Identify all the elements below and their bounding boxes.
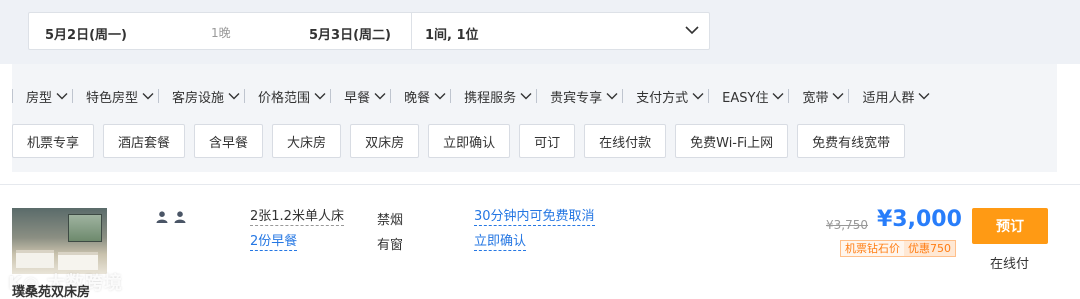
- chevron-down-icon: [374, 93, 386, 100]
- filter-panel: 房型 特色房型 客房设施 价格范围 早餐 晚餐 携程服务 贵宾专享 支付方式 EASY住 宽带 适用人…: [12, 64, 1057, 172]
- filter-label: 贵宾专享: [550, 90, 603, 106]
- promo-label: 机票钻石价: [841, 241, 904, 256]
- chevron-down-icon: [434, 93, 446, 100]
- bed-type[interactable]: 2张1.2米单人床: [250, 209, 344, 226]
- filter-dropdown[interactable]: 携程服务: [450, 86, 532, 106]
- chevron-down-icon: [832, 93, 844, 100]
- quick-tag[interactable]: 可订: [519, 124, 576, 158]
- filter-label: 早餐: [344, 90, 371, 106]
- filter-dropdown[interactable]: EASY住: [708, 86, 784, 106]
- person-icon: [174, 211, 186, 223]
- filter-dropdown[interactable]: 早餐: [330, 86, 386, 106]
- payment-mode: 在线付: [990, 257, 1030, 272]
- quick-tag[interactable]: 免费Wi-Fi上网: [675, 124, 789, 158]
- person-icon: [156, 211, 168, 223]
- photo-bed: [16, 250, 54, 268]
- divider: [411, 13, 412, 49]
- chevron-down-icon: [918, 93, 930, 100]
- chevron-down-icon: [606, 93, 618, 100]
- quick-tag[interactable]: 含早餐: [194, 124, 264, 158]
- filter-label: 晚餐: [404, 90, 431, 106]
- quick-tag[interactable]: 机票专享: [12, 124, 95, 158]
- quick-tag[interactable]: 大床房: [272, 124, 342, 158]
- current-price: ¥3,000: [877, 207, 962, 232]
- filter-label: 携程服务: [464, 90, 517, 106]
- quick-tag[interactable]: 立即确认: [428, 124, 511, 158]
- book-button[interactable]: 预订: [972, 208, 1048, 244]
- filter-label: 房型: [26, 90, 53, 106]
- chevron-down-icon: [692, 93, 704, 100]
- search-band: 5月2日(周一) 1晚 5月3日(周二) 1间, 1位: [0, 0, 1080, 64]
- smoking-policy: 禁烟: [377, 213, 404, 228]
- filter-label: 支付方式: [636, 90, 689, 106]
- filter-label: 适用人群: [862, 90, 915, 106]
- chevron-down-icon: [56, 93, 68, 100]
- checkin-date[interactable]: 5月2日(周一): [45, 24, 127, 43]
- room-photo[interactable]: [12, 208, 107, 274]
- rooms-guests[interactable]: 1间, 1位: [425, 24, 479, 43]
- quick-tag[interactable]: 双床房: [350, 124, 420, 158]
- checkout-date[interactable]: 5月3日(周二): [309, 24, 391, 43]
- filter-dropdowns: 房型 特色房型 客房设施 价格范围 早餐 晚餐 携程服务 贵宾专享 支付方式 EASY住 宽带 适用人…: [12, 86, 934, 106]
- filter-label: EASY住: [722, 90, 769, 106]
- quick-tags: 机票专享 酒店套餐 含早餐 大床房 双床房 立即确认 可订 在线付款 免费Wi-Fi上网 免费有线…: [12, 124, 914, 158]
- original-price: ¥3,750: [826, 218, 868, 232]
- chevron-down-icon: [314, 93, 326, 100]
- guest-capacity: [156, 211, 186, 223]
- chevron-down-icon: [142, 93, 154, 100]
- room-name[interactable]: 璞桑苑双床房: [12, 281, 90, 299]
- instant-confirm[interactable]: 立即确认: [474, 234, 527, 251]
- room-row: K◎ 大数跨境 璞桑苑双床房 2张1.2米单人床 2份早餐 禁烟 有窗 30分钟…: [0, 184, 1080, 299]
- date-room-selector[interactable]: 5月2日(周一) 1晚 5月3日(周二) 1间, 1位: [28, 12, 710, 50]
- promo-badge: 机票钻石价 优惠750: [840, 240, 956, 257]
- filter-label: 客房设施: [172, 90, 225, 106]
- filter-dropdown[interactable]: 支付方式: [622, 86, 704, 106]
- chevron-down-icon: [520, 93, 532, 100]
- quick-tag[interactable]: 在线付款: [584, 124, 667, 158]
- photo-window: [68, 214, 102, 242]
- filter-label: 价格范围: [258, 90, 311, 106]
- cancel-policy[interactable]: 30分钟内可免费取消: [474, 209, 595, 226]
- filter-label: 特色房型: [86, 90, 139, 106]
- filter-dropdown[interactable]: 适用人群: [848, 86, 930, 106]
- photo-bed: [58, 252, 98, 270]
- window-info: 有窗: [377, 238, 404, 253]
- filter-dropdown[interactable]: 客房设施: [158, 86, 240, 106]
- chevron-down-icon: [228, 93, 240, 100]
- filter-dropdown[interactable]: 价格范围: [244, 86, 326, 106]
- filter-label: 宽带: [802, 90, 829, 106]
- chevron-down-icon[interactable]: [685, 25, 699, 35]
- chevron-down-icon: [772, 93, 784, 100]
- filter-dropdown[interactable]: 晚餐: [390, 86, 446, 106]
- filter-dropdown[interactable]: 房型: [12, 86, 68, 106]
- filter-dropdown[interactable]: 宽带: [788, 86, 844, 106]
- filter-dropdown[interactable]: 贵宾专享: [536, 86, 618, 106]
- nights-count: 1晚: [211, 26, 231, 40]
- quick-tag[interactable]: 酒店套餐: [103, 124, 186, 158]
- breakfast-info[interactable]: 2份早餐: [250, 234, 298, 251]
- filter-dropdown[interactable]: 特色房型: [72, 86, 154, 106]
- quick-tag[interactable]: 免费有线宽带: [797, 124, 906, 158]
- promo-discount: 优惠750: [904, 241, 955, 256]
